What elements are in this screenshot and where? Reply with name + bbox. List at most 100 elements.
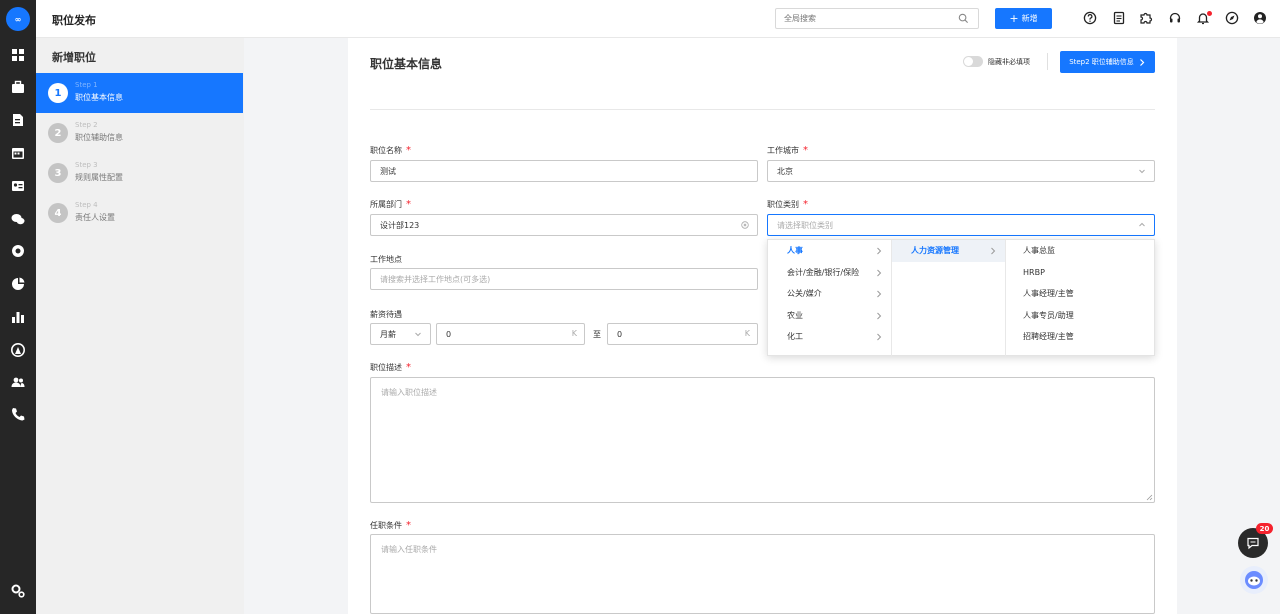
app-title: 职位发布: [52, 14, 96, 27]
chevron-down-icon: [415, 332, 421, 337]
category-label: 职位类别 *: [767, 199, 808, 210]
category-select[interactable]: 请选择职位类别: [767, 214, 1155, 236]
step-item-1[interactable]: 1 Step 1 职位基本信息: [36, 73, 243, 113]
top-bar: 职位发布 + 新增: [36, 0, 1280, 38]
step-label: 规则属性配置: [75, 173, 123, 182]
new-button-label: 新增: [1021, 14, 1038, 23]
required-mark: *: [406, 199, 411, 210]
team-icon[interactable]: [10, 374, 26, 390]
required-mark: *: [406, 145, 411, 156]
step-sub: Step 4: [75, 201, 98, 209]
step-item-3[interactable]: 3 Step 3 规则属性配置: [36, 153, 243, 193]
assistant-bot-icon[interactable]: [1240, 566, 1268, 594]
cascader-option[interactable]: 公关/媒介: [768, 283, 891, 305]
step-number: 1: [48, 83, 68, 103]
location-label: 工作地点: [370, 255, 402, 264]
cascader-option[interactable]: 农业: [768, 305, 891, 327]
form-title: 职位基本信息: [370, 57, 443, 71]
briefcase-icon[interactable]: [10, 79, 26, 95]
chevron-right-icon: [877, 312, 882, 319]
step-sub: Step 1: [75, 81, 98, 89]
cascader-option[interactable]: 化工: [768, 326, 891, 348]
user-avatar-icon[interactable]: [1253, 11, 1267, 25]
step-item-4[interactable]: 4 Step 4 责任人设置: [36, 193, 243, 233]
calendar-icon[interactable]: [10, 145, 26, 161]
location-input[interactable]: 请搜索并选择工作地点(可多选): [370, 268, 758, 290]
phone-icon[interactable]: [10, 406, 26, 422]
app-logo[interactable]: ∞: [6, 7, 30, 31]
salary-separator: 至: [593, 330, 601, 339]
salary-min-input[interactable]: 0 K: [436, 323, 585, 345]
required-mark: *: [803, 199, 808, 210]
step-number: 4: [48, 203, 68, 223]
salary-max-value: 0: [617, 329, 623, 339]
chevron-right-icon: [1139, 58, 1145, 66]
steps-sidebar: 新增职位 1 Step 1 职位基本信息 2 Step 2 职位辅助信息 3 S…: [36, 38, 244, 614]
salary-min-value: 0: [446, 329, 452, 339]
step-label: 责任人设置: [75, 213, 115, 222]
requirements-placeholder: 请输入任职条件: [381, 545, 437, 554]
cascader-level-3: 人事总监 HRBP 人事经理/主管 人事专员/助理 招聘经理/主管: [1006, 240, 1156, 357]
city-select[interactable]: 北京: [767, 160, 1155, 182]
wechat-icon[interactable]: [10, 211, 26, 227]
settings-icon[interactable]: [10, 583, 26, 599]
dept-value: 设计部123: [380, 220, 420, 230]
chevron-right-icon: [877, 247, 882, 255]
cascader-option[interactable]: 招聘经理/主管: [1006, 326, 1156, 348]
salary-type-select[interactable]: 月薪: [370, 323, 431, 345]
new-button[interactable]: + 新增: [995, 8, 1052, 29]
cascader-option[interactable]: HRBP: [1006, 262, 1156, 284]
chevron-right-icon: [991, 247, 996, 255]
chevron-up-icon: [1139, 222, 1145, 227]
step-label: 职位基本信息: [75, 93, 123, 102]
puzzle-icon[interactable]: [1139, 11, 1153, 25]
chevron-down-icon: [1139, 169, 1145, 174]
description-placeholder: 请输入职位描述: [381, 388, 437, 397]
notes-icon[interactable]: [1112, 11, 1126, 25]
compass-icon[interactable]: [1225, 11, 1239, 25]
city-value: 北京: [777, 166, 793, 176]
help-icon[interactable]: [1083, 11, 1097, 25]
notification-dot: [1207, 11, 1212, 16]
resize-handle-icon[interactable]: [1146, 494, 1153, 501]
next-step-button[interactable]: Step2 职位辅助信息: [1060, 51, 1155, 73]
document-icon[interactable]: [10, 112, 26, 128]
step-sub: Step 2: [75, 121, 98, 129]
chevron-right-icon: [877, 290, 882, 298]
salary-unit: K: [571, 329, 577, 338]
cascader-option[interactable]: 人事: [768, 240, 891, 262]
requirements-textarea[interactable]: 请输入任职条件: [370, 534, 1155, 614]
id-card-icon[interactable]: [10, 178, 26, 194]
category-cascader-dropdown: 人事 会计/金融/银行/保险 公关/媒介 农业 化工 人力资源管理 人事总监 H…: [767, 239, 1156, 357]
hide-optional-toggle[interactable]: [963, 56, 983, 67]
global-search-input[interactable]: [775, 8, 979, 29]
search-icon[interactable]: [958, 13, 969, 24]
bar-chart-icon[interactable]: [10, 309, 26, 325]
cascader-option[interactable]: 人事总监: [1006, 240, 1156, 262]
cascader-option[interactable]: 人力资源管理: [892, 240, 1005, 262]
pie-chart-icon[interactable]: [10, 276, 26, 292]
salary-label: 薪资待遇: [370, 310, 402, 319]
step-item-2[interactable]: 2 Step 2 职位辅助信息: [36, 113, 243, 153]
toggle-label: 隐藏非必填项: [988, 58, 1030, 66]
cascader-level-2: 人力资源管理: [892, 240, 1006, 357]
cascader-option[interactable]: 会计/金融/银行/保险: [768, 262, 891, 284]
cascader-option[interactable]: 人事专员/助理: [1006, 305, 1156, 327]
salary-max-input[interactable]: 0 K: [607, 323, 758, 345]
name-label: 职位名称 *: [370, 145, 411, 156]
user-circle-icon[interactable]: [10, 342, 26, 358]
record-icon[interactable]: [10, 243, 26, 259]
salary-unit: K: [744, 329, 750, 338]
cascader-option[interactable]: 人事经理/主管: [1006, 283, 1156, 305]
job-name-input[interactable]: 测试: [370, 160, 758, 182]
clear-icon[interactable]: [741, 221, 749, 229]
step-number: 2: [48, 123, 68, 143]
headset-icon[interactable]: [1168, 11, 1182, 25]
city-label: 工作城市 *: [767, 145, 808, 156]
dashboard-icon[interactable]: [10, 47, 26, 63]
step-number: 3: [48, 163, 68, 183]
dept-select[interactable]: 设计部123: [370, 214, 758, 236]
description-textarea[interactable]: 请输入职位描述: [370, 377, 1155, 503]
header-divider: [370, 109, 1155, 110]
dept-label: 所属部门 *: [370, 199, 411, 210]
